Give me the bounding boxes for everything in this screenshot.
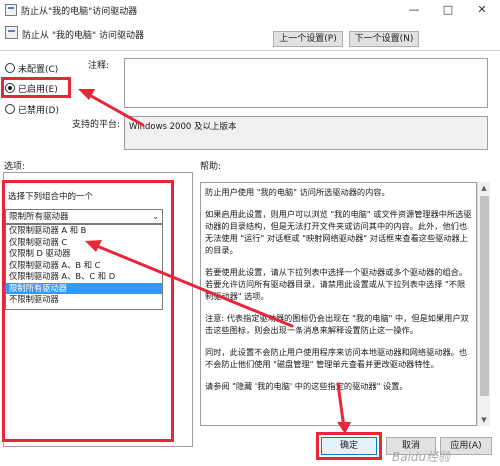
help-scrollbar[interactable]: ▲ ▼ — [477, 182, 490, 426]
scroll-thumb[interactable] — [480, 196, 489, 396]
window-title: 防止从"我的电脑"访问驱动器 — [21, 7, 138, 17]
help-paragraph: 注意: 代表指定驱动器的图标仍会出现在 "我的电脑" 中，但是如果用户双击这些图… — [205, 313, 469, 335]
radio-circle-enabled[interactable] — [5, 83, 15, 93]
previous-setting-button[interactable]: 上一个设置(P) — [273, 31, 343, 47]
title-bar: 防止从"我的电脑"访问驱动器 — □ ✕ — [0, 0, 500, 21]
scroll-up-icon[interactable]: ▲ — [478, 184, 490, 192]
help-paragraph: 防止用户使用 "我的电脑" 访问所选驱动器的内容。 — [205, 187, 390, 197]
radio-enabled[interactable]: 已启用(E) — [5, 81, 58, 95]
help-paragraph: 请参阅 "隐藏 '我的电脑' 中的这些指定的驱动器" 设置。 — [205, 381, 408, 391]
help-paragraph: 如果启用此设置，则用户可以浏览 "我的电脑" 或文件资源管理器中所选驱动器的目录… — [205, 209, 472, 255]
close-button[interactable]: ✕ — [466, 0, 498, 20]
help-section-label: 帮助: — [200, 162, 222, 172]
next-setting-button[interactable]: 下一个设置(N) — [349, 31, 419, 47]
options-section-label: 选项: — [4, 162, 26, 172]
policy-dialog: 防止从"我的电脑"访问驱动器 — □ ✕ 防止从 "我的电脑" 访问驱动器 上一… — [0, 0, 500, 466]
setting-icon — [5, 26, 18, 39]
radio-disabled[interactable]: 已禁用(D) — [5, 102, 59, 116]
minimize-button[interactable]: — — [398, 0, 430, 20]
radio-not-configured[interactable]: 未配置(C) — [5, 61, 58, 75]
help-paragraph: 同时，此设置不会防止用户使用程序来访问本地驱动器和网络驱动器。也不会防止他们使用… — [205, 347, 468, 369]
annotation-arrowhead-enabled — [78, 89, 95, 100]
radio-label-disabled: 已禁用(D) — [18, 105, 59, 116]
annotation-box-ok — [316, 432, 382, 460]
radio-label-enabled: 已启用(E) — [18, 84, 58, 95]
annotation-box-options — [2, 180, 174, 442]
help-paragraph: 若要使用此设置，请从下拉列表中选择一个驱动器或多个驱动器的组合。若要允许访问所有… — [205, 267, 468, 301]
setting-title: 防止从 "我的电脑" 访问驱动器 — [22, 31, 145, 41]
radio-circle-disabled[interactable] — [5, 104, 15, 114]
comment-label: 注释: — [88, 61, 110, 71]
platform-label: 支持的平台: — [72, 120, 121, 130]
radio-label-not-configured: 未配置(C) — [18, 64, 59, 75]
maximize-button[interactable]: □ — [432, 0, 464, 20]
policy-icon — [5, 4, 17, 16]
help-text-panel: 防止用户使用 "我的电脑" 访问所选驱动器的内容。 如果启用此设置，则用户可以浏… — [200, 182, 477, 426]
platform-value: Windows 2000 及以上版本 — [124, 116, 488, 150]
header-divider — [0, 50, 500, 51]
watermark-text: Baidu经验 — [392, 450, 451, 464]
radio-circle-not-configured[interactable] — [5, 63, 15, 73]
comment-textarea[interactable] — [124, 58, 488, 108]
scroll-down-icon[interactable]: ▼ — [478, 416, 490, 424]
